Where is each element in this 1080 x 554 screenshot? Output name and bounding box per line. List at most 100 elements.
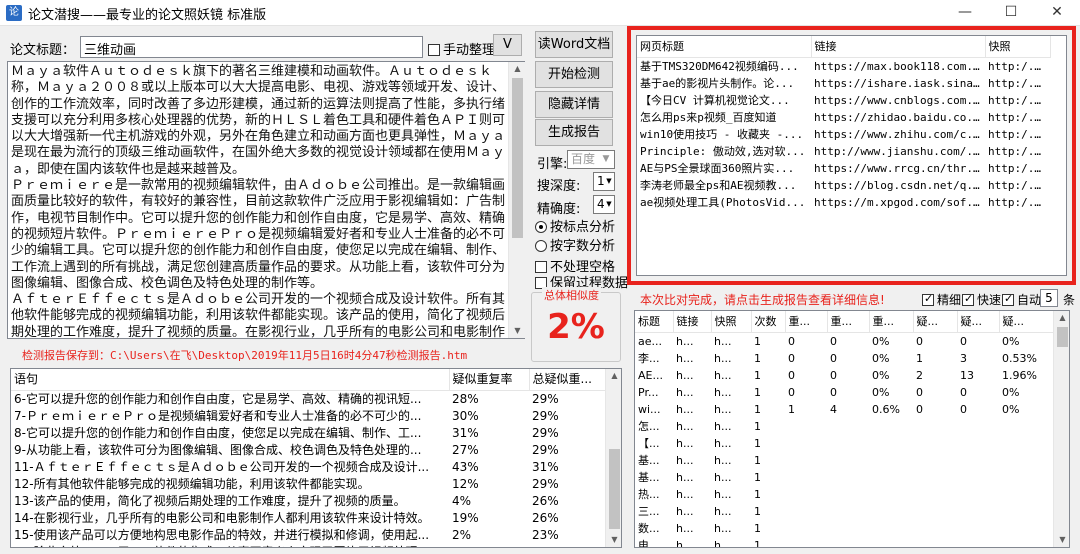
compare-row[interactable]: 怎... h... h... 1 — [635, 418, 1053, 435]
col-snapshot[interactable]: 快照 — [985, 36, 1051, 58]
paper-text-area[interactable]: Ｍａｙａ软件Ａｕｔｏｄｅｓｋ旗下的著名三维建模和动画软件。Ａｕｔｏｄｅｓｋ称，Ｍ… — [7, 61, 525, 339]
depth-select[interactable]: 1 ▼ — [593, 172, 615, 191]
compare-row[interactable]: Pr... h... h... 1 0 0 0% 0 0 0% — [635, 384, 1053, 401]
col-suspect-1[interactable]: 疑... — [913, 311, 958, 333]
radio-chars-label: 按字数分析 — [550, 239, 616, 254]
paper-text-content[interactable]: Ｍａｙａ软件Ａｕｔｏｄｅｓｋ旗下的著名三维建模和动画软件。Ａｕｔｏｄｅｓｋ称，Ｍ… — [8, 62, 508, 338]
compare-row[interactable]: wi... h... h... 1 1 4 0.6% 0 0 0% — [635, 401, 1053, 418]
compare-row-cell — [785, 537, 827, 547]
web-result-row[interactable]: 【今日CV 计算机视觉论文... https://www.cnblogs.com.… — [637, 92, 1050, 109]
sentence-row[interactable]: 16-除此之外，ＡＥ于ＰＳ软件的集成，从真正意义上实现了图片于视频处理...4%… — [11, 544, 605, 547]
col-page-title[interactable]: 网页标题 — [637, 36, 812, 58]
start-detect-button[interactable]: 开始检测 — [535, 61, 613, 88]
sentence-row[interactable]: 12-所有其他软件能够完成的视频编辑功能，利用该软件都能实现。 12% 29% — [11, 476, 605, 493]
web-result-row[interactable]: 怎么用ps来p视频_百度知道 https://zhidao.baidu.co...… — [637, 109, 1050, 126]
window-title: 论文潜搜——最专业的论文照妖镜 标准版 — [28, 8, 267, 23]
close-button[interactable]: ✕ — [1034, 0, 1080, 26]
compare-row-cell: 1 — [754, 488, 761, 501]
web-results-table[interactable]: 网页标题 链接 快照 基于TMS320DM642视频编码... https://m… — [636, 35, 1067, 276]
sentence-row-cell: 31% — [532, 460, 559, 474]
precise-checkbox[interactable]: 精细 — [922, 291, 961, 308]
paper-title-input[interactable]: 三维动画 — [80, 36, 423, 58]
scroll-up-arrow-icon[interactable]: ▲ — [509, 62, 526, 76]
radio-punctuation-dot[interactable] — [535, 221, 547, 233]
compare-row-cell — [957, 537, 999, 547]
compare-table[interactable]: 标题 链接 快照 次数 重... 重... 重... 疑... 疑... 疑..… — [634, 310, 1070, 548]
web-result-row[interactable]: AE与PS全景球面360照片实... https://www.rrcg.cn/th… — [637, 160, 1050, 177]
col-title[interactable]: 标题 — [635, 311, 674, 333]
web-result-row[interactable]: 基于ae的影视片头制作。论... https://ishare.iask.sina… — [637, 75, 1050, 92]
sentence-row[interactable]: 13-该产品的使用，简化了视频后期处理的工作难度，提升了视频的质量。 4% 26% — [11, 493, 605, 510]
fast-box[interactable] — [962, 292, 974, 306]
compare-row[interactable]: 基... h... h... 1 — [635, 469, 1053, 486]
col-sentence[interactable]: 语句 — [11, 369, 450, 391]
col-repeat-3[interactable]: 重... — [869, 311, 914, 333]
compare-row[interactable]: ae... h... h... 1 0 0 0% 0 0 0% — [635, 333, 1053, 351]
web-result-row[interactable]: 基于TMS320DM642视频编码... https://max.book118.… — [637, 58, 1050, 76]
col-suspect-rate[interactable]: 疑似重复率 — [449, 369, 530, 391]
radio-punctuation[interactable]: 按标点分析 — [535, 216, 615, 235]
compare-row[interactable]: AE... h... h... 1 0 0 0% 2 13 1.96% — [635, 367, 1053, 384]
web-result-row[interactable]: win10使用技巧 - 收藏夹 -... https://www.zhihu.co… — [637, 126, 1050, 143]
scroll-down-arrow-icon[interactable]: ▼ — [1054, 533, 1069, 547]
sentence-row-cell: 11-ＡｆｔｅｒＥｆｆｅｃｔｓ是Ａｄｏｂｅ公司开发的一个视频合成及设计... — [14, 460, 430, 474]
generate-report-button[interactable]: 生成报告 — [535, 119, 613, 146]
compare-row[interactable]: 基... h... h... 1 — [635, 452, 1053, 469]
manual-sort-checkbox[interactable]: 手动整理 — [428, 39, 495, 58]
manual-sort-box[interactable] — [428, 44, 440, 56]
scroll-thumb[interactable] — [1057, 327, 1068, 347]
scroll-thumb[interactable] — [609, 449, 620, 529]
compare-row[interactable]: 李... h... h... 1 0 0 0% 1 3 0.53% — [635, 350, 1053, 367]
paper-text-scrollbar[interactable]: ▲ ▼ — [508, 62, 525, 338]
compare-row[interactable]: 【... h... h... 1 — [635, 435, 1053, 452]
sentence-row-cell: 6-它可以提升您的创作能力和创作自由度，它是易学、高效、精确的视讯短... — [14, 392, 422, 406]
compare-row[interactable]: 数... h... h... 1 — [635, 520, 1053, 537]
col-link[interactable]: 链接 — [811, 36, 986, 58]
sentence-row[interactable]: 8-它可以提升您的创作能力和创作自由度，使您足以完成在编辑、制作、工... 31%… — [11, 425, 605, 442]
sentence-table[interactable]: 语句 疑似重复率 总疑似重... 6-它可以提升您的创作能力和创作自由度，它是易… — [10, 368, 622, 548]
compare-row[interactable]: 热... h... h... 1 — [635, 486, 1053, 503]
fast-label: 快速 — [977, 293, 1002, 307]
col-repeat-2[interactable]: 重... — [827, 311, 870, 333]
precision-select[interactable]: 4 ▼ — [593, 195, 615, 214]
scroll-up-arrow-icon[interactable]: ▲ — [1054, 311, 1069, 325]
radio-chars-dot[interactable] — [535, 240, 547, 252]
col-link[interactable]: 链接 — [673, 311, 712, 333]
col-suspect-2[interactable]: 疑... — [957, 311, 1000, 333]
compare-row[interactable]: 三... h... h... 1 — [635, 503, 1053, 520]
compare-scrollbar[interactable]: ▲ ▼ — [1053, 311, 1069, 547]
sentence-row[interactable]: 6-它可以提升您的创作能力和创作自由度，它是易学、高效、精确的视讯短... 28%… — [11, 391, 605, 409]
col-repeat-1[interactable]: 重... — [785, 311, 828, 333]
count-input[interactable]: 5 — [1040, 289, 1058, 307]
minimize-button[interactable]: — — [942, 0, 988, 26]
sentence-row[interactable]: 11-ＡｆｔｅｒＥｆｆｅｃｔｓ是Ａｄｏｂｅ公司开发的一个视频合成及设计... 43… — [11, 459, 605, 476]
sentence-header-row: 语句 疑似重复率 总疑似重... — [11, 369, 606, 391]
precise-box[interactable] — [922, 292, 934, 306]
scroll-down-arrow-icon[interactable]: ▼ — [509, 324, 526, 338]
sentence-scrollbar[interactable]: ▲ ▼ — [605, 369, 621, 547]
read-word-button[interactable]: 读Word文档 — [535, 31, 613, 58]
fast-checkbox[interactable]: 快速 — [962, 291, 1001, 308]
compare-row[interactable]: 电... h... h... 1 — [635, 537, 1053, 547]
sentence-row[interactable]: 14-在影视行业，几乎所有的电影公司和电影制作人都利用该软件来设计特效。 19% 2… — [11, 510, 605, 527]
auto-box[interactable] — [1002, 292, 1014, 306]
col-snapshot[interactable]: 快照 — [711, 311, 752, 333]
maximize-button[interactable]: ☐ — [988, 0, 1034, 26]
col-count[interactable]: 次数 — [751, 311, 786, 333]
sentence-row[interactable]: 9-从功能上看，该软件可分为图像编辑、图像合成、校色调色及特色处理的... 27%… — [11, 442, 605, 459]
scroll-thumb[interactable] — [512, 78, 523, 238]
auto-checkbox[interactable]: 自动 — [1002, 291, 1041, 308]
radio-chars[interactable]: 按字数分析 — [535, 235, 615, 254]
hide-details-button[interactable]: 隐藏详情 — [535, 91, 613, 118]
sentence-row[interactable]: 15-使用该产品可以方便地构思电影作品的特效，并进行模拟和修调，使用起... 2%… — [11, 527, 605, 544]
web-result-row[interactable]: Principle: 傲动效,选对软... http://www.jianshu.… — [637, 143, 1050, 160]
col-suspect-3[interactable]: 疑... — [999, 311, 1054, 333]
title-dropdown-button[interactable]: V — [493, 34, 522, 56]
sentence-row[interactable]: 7-ＰｒｅｍｉｅｒｅＰｒｏ是视频编辑爱好者和专业人士准备的必不可少的... 30%… — [11, 408, 605, 425]
engine-select[interactable]: 百度 ▼ — [567, 150, 615, 169]
scroll-down-arrow-icon[interactable]: ▼ — [606, 533, 621, 547]
web-result-row[interactable]: 李涛老师最全ps和AE视频教... https://blog.csdn.net/q… — [637, 177, 1050, 194]
web-result-row[interactable]: ae视频处理工具(PhotosVid... https://m.xpgod.com… — [637, 194, 1050, 211]
scroll-up-arrow-icon[interactable]: ▲ — [606, 369, 621, 383]
col-total-suspect[interactable]: 总疑似重... — [529, 369, 606, 391]
